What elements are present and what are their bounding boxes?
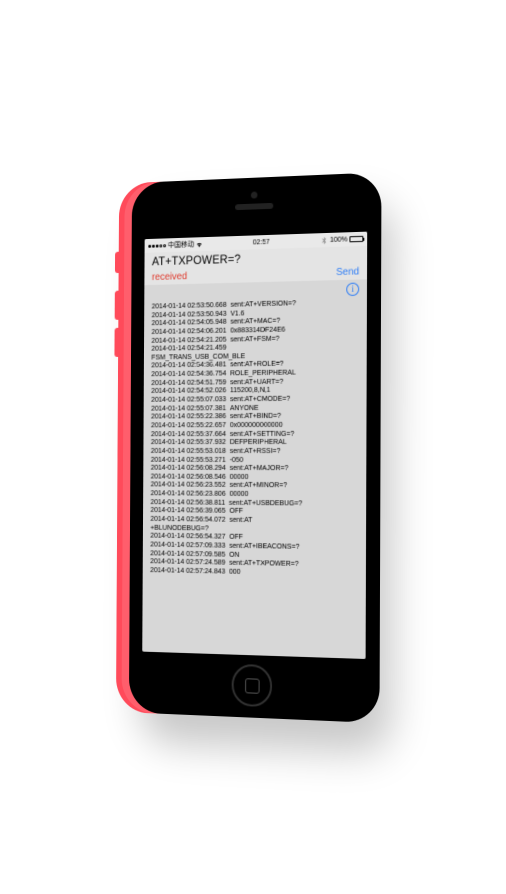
log-message: sent:AT+RSSI=?	[230, 447, 359, 456]
log-line: 2014-01-14 02:55:53.018 sent:AT+RSSI=?	[151, 447, 359, 456]
log-message: sent:AT	[229, 516, 358, 526]
clock-label: 02:57	[253, 238, 270, 246]
battery-icon	[349, 236, 363, 243]
carrier-label: 中国移动	[168, 239, 194, 250]
volume-up-button[interactable]	[115, 291, 121, 320]
battery-pct-label: 100%	[330, 236, 348, 244]
home-button[interactable]	[232, 664, 273, 708]
log-message: 0x000000000000	[230, 421, 359, 430]
status-right: 100%	[321, 235, 363, 243]
log-timestamp: 2014-01-14 02:55:07.381	[151, 404, 226, 413]
log-message: sent:AT+SETTING=?	[230, 429, 359, 438]
bluetooth-icon	[321, 236, 328, 243]
log-timestamp: 2014-01-14 02:55:53.018	[151, 447, 226, 456]
command-input[interactable]: AT+TXPOWER=?	[152, 250, 359, 268]
log-timestamp: 2014-01-14 02:55:22.657	[151, 421, 226, 430]
log-line: 2014-01-14 02:55:37.664 sent:AT+SETTING=?	[151, 429, 359, 438]
screen: 中国移动 02:57 100% AT+TXPOWER=? received Se…	[142, 232, 367, 660]
phone-frame: 中国移动 02:57 100% AT+TXPOWER=? received Se…	[129, 172, 382, 723]
volume-down-button[interactable]	[114, 328, 120, 357]
status-left: 中国移动	[148, 239, 202, 251]
log-timestamp: 2014-01-14 02:55:37.664	[151, 430, 226, 439]
log-timestamp: 2014-01-14 02:56:08.294	[151, 464, 226, 473]
log-line: 2014-01-14 02:55:37.932 DEFPERIPHERAL	[151, 438, 359, 447]
signal-dots-icon	[148, 244, 166, 248]
log-message: DEFPERIPHERAL	[230, 438, 359, 447]
log-timestamp: 2014-01-14 02:55:53.271	[151, 455, 226, 464]
log-timestamp: 2014-01-14 02:57:24.843	[150, 566, 225, 576]
earpiece-speaker	[235, 203, 273, 210]
log-output[interactable]: 2014-01-14 02:53:50.668sent:AT+VERSION=?…	[143, 298, 367, 586]
log-message: 000	[229, 568, 358, 579]
mute-switch[interactable]	[115, 252, 121, 274]
log-timestamp: 2014-01-14 02:55:37.932	[151, 438, 226, 447]
info-icon[interactable]: i	[346, 283, 359, 296]
received-label: received	[152, 271, 187, 283]
log-message: -050	[230, 455, 359, 464]
front-camera	[251, 192, 258, 199]
send-button[interactable]: Send	[336, 266, 359, 278]
log-timestamp: 2014-01-14 02:55:22.386	[151, 412, 226, 421]
wifi-icon	[196, 241, 203, 248]
